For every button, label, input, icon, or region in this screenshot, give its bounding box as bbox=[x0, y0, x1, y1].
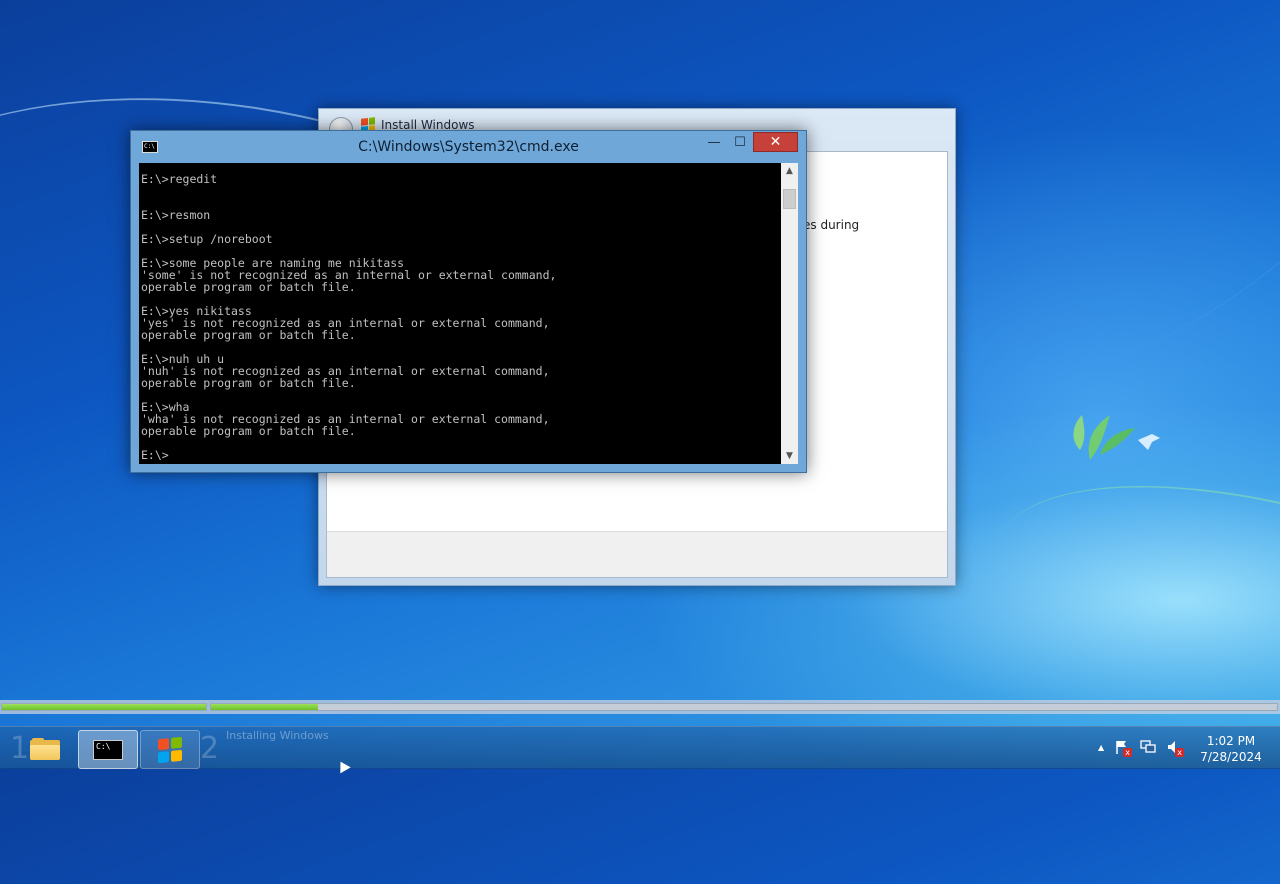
scroll-down-arrow-icon[interactable]: ▼ bbox=[781, 448, 798, 464]
windows-logo-icon bbox=[158, 736, 182, 763]
minimize-button[interactable]: — bbox=[701, 132, 727, 152]
console-output[interactable]: E:\>regedit E:\>resmon E:\>setup /norebo… bbox=[139, 163, 781, 464]
cmd-window[interactable]: C:\ C:\Windows\System32\cmd.exe — ☐ ✕ E:… bbox=[130, 130, 807, 473]
setup-progress-strip bbox=[0, 700, 1280, 714]
wallpaper-streak bbox=[956, 418, 1280, 884]
step2-number: 2 bbox=[200, 731, 220, 766]
network-icon[interactable] bbox=[1140, 739, 1156, 755]
step1-progress-fill bbox=[2, 704, 206, 710]
vertical-scrollbar[interactable]: ▲ ▼ bbox=[781, 163, 798, 464]
install-windows-footer bbox=[327, 531, 947, 577]
clock-time: 1:02 PM bbox=[1206, 734, 1256, 748]
show-hidden-icons-arrow-icon[interactable]: ▲ bbox=[1098, 743, 1104, 752]
step1-progress-bar bbox=[1, 703, 207, 711]
cmd-titlebar[interactable]: C:\ C:\Windows\System32\cmd.exe — ☐ ✕ bbox=[131, 131, 806, 163]
maximize-button[interactable]: ☐ bbox=[727, 132, 753, 152]
taskbar-cmd-button[interactable]: C:\ bbox=[78, 730, 138, 769]
volume-muted-icon[interactable]: x bbox=[1166, 739, 1185, 757]
system-tray: ▲ x x bbox=[1098, 739, 1185, 757]
install-windows-partial-text: es during bbox=[803, 218, 860, 232]
taskbar: 1 2 Installing Windows C:\ ▲ x x 1:02 PM… bbox=[0, 726, 1280, 769]
step2-progress-fill bbox=[211, 704, 318, 710]
cmd-icon: C:\ bbox=[93, 739, 123, 760]
clock-date: 7/28/2024 bbox=[1200, 750, 1262, 764]
wallpaper-leaves-icon bbox=[1073, 415, 1160, 460]
scroll-up-arrow-icon[interactable]: ▲ bbox=[781, 163, 798, 179]
taskbar-explorer-button[interactable] bbox=[16, 730, 74, 767]
close-button[interactable]: ✕ bbox=[753, 132, 798, 152]
step2-caption: Installing Windows bbox=[226, 729, 329, 742]
folder-icon bbox=[30, 737, 60, 760]
taskbar-setup-button[interactable] bbox=[140, 730, 200, 769]
console-text: E:\>regedit E:\>resmon E:\>setup /norebo… bbox=[141, 172, 557, 462]
taskbar-clock[interactable]: 1:02 PM 7/28/2024 bbox=[1196, 733, 1266, 765]
action-center-icon[interactable]: x bbox=[1114, 739, 1133, 757]
step2-progress-bar bbox=[210, 703, 1278, 711]
scroll-thumb[interactable] bbox=[783, 189, 796, 209]
